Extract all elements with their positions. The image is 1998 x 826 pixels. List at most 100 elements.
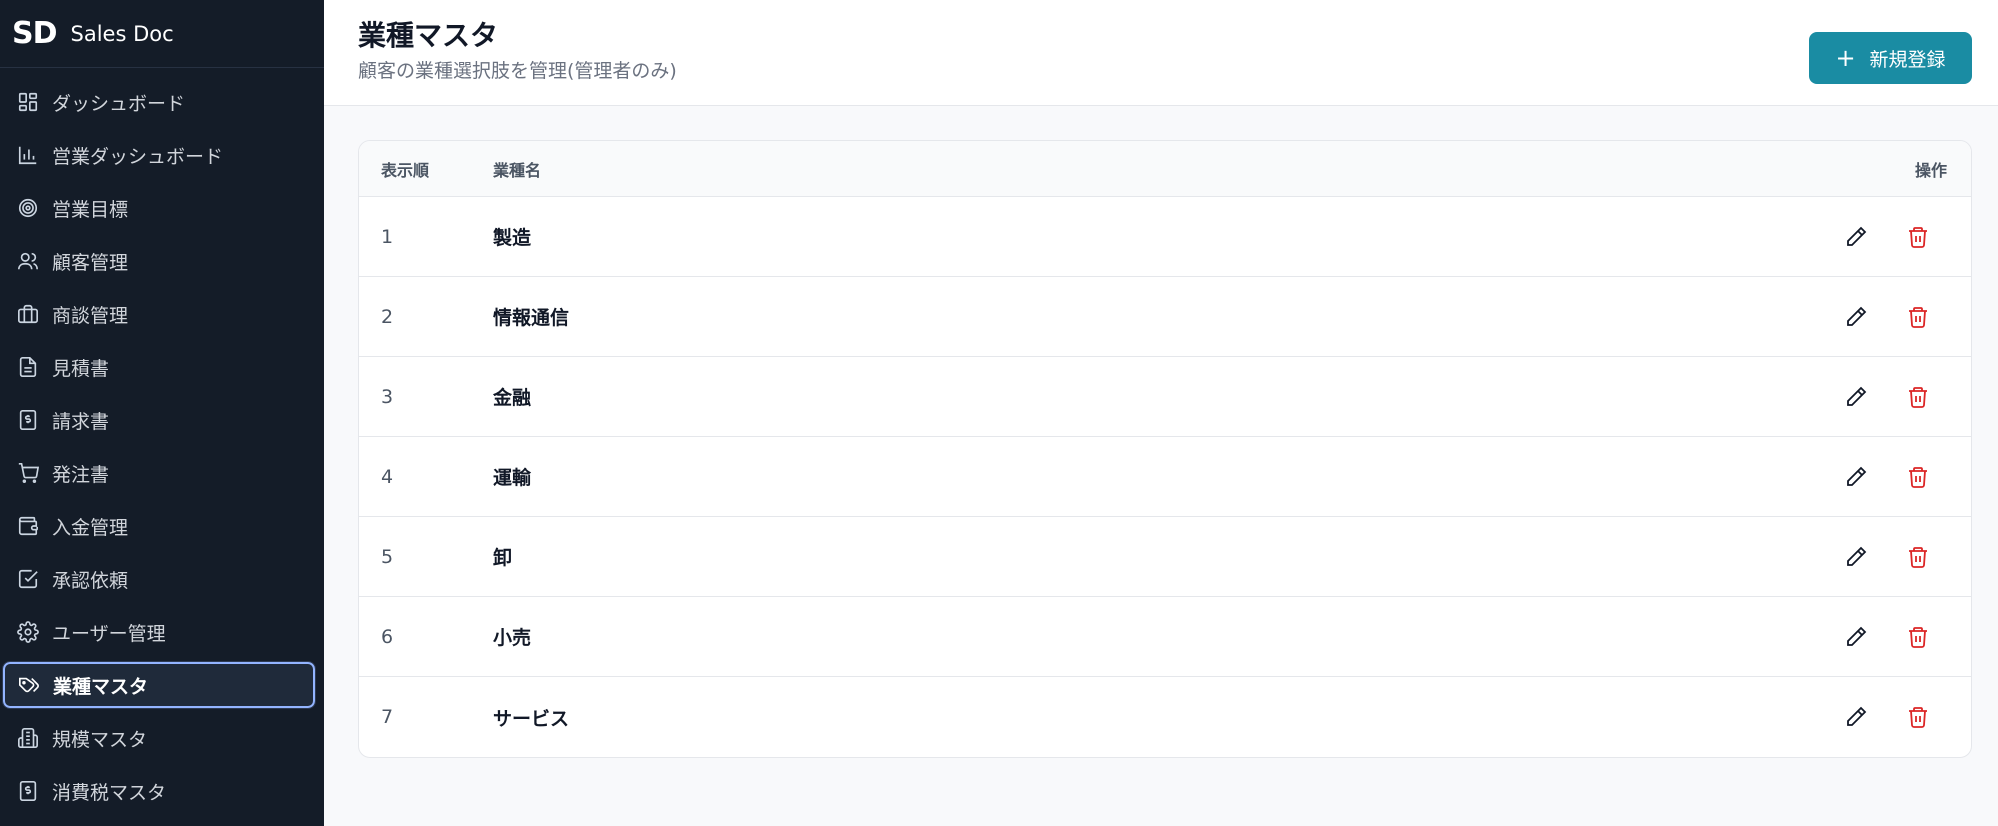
sidebar-item-label: 商談管理 <box>52 304 129 327</box>
sidebar-item-label: 見積書 <box>52 357 110 380</box>
brand-name: Sales Doc <box>70 21 174 46</box>
content-area: 表示順 業種名 操作 1 製造 2 情報通信 3 金融 4 運輸 5 卸 6 小… <box>324 106 1998 758</box>
row-name: サービス <box>493 707 570 730</box>
cart-icon <box>16 461 40 485</box>
sidebar-item-label: 営業目標 <box>52 198 129 221</box>
column-header-order: 表示順 <box>381 160 430 180</box>
users-icon <box>16 249 40 273</box>
sidebar-item-tax-master[interactable]: 消費税マスタ <box>2 767 316 815</box>
trash-icon[interactable] <box>1905 544 1931 570</box>
sidebar-item-invoices[interactable]: 請求書 <box>2 396 316 444</box>
edit-icon[interactable] <box>1843 224 1869 250</box>
sidebar: SD Sales Doc ダッシュボード 営業ダッシュボード 営業目標 顧客管理… <box>0 0 324 826</box>
page-subtitle: 顧客の業種選択肢を管理(管理者のみ) <box>358 60 677 82</box>
sidebar-nav: ダッシュボード 営業ダッシュボード 営業目標 顧客管理 商談管理 見積書 請求書… <box>0 68 324 820</box>
bar-chart-icon <box>16 143 40 167</box>
trash-icon[interactable] <box>1905 464 1931 490</box>
sidebar-item-industry-master[interactable]: 業種マスタ <box>2 661 316 709</box>
row-order: 5 <box>381 545 394 568</box>
document-icon <box>16 355 40 379</box>
table-row: 2 情報通信 <box>359 277 1971 357</box>
trash-icon[interactable] <box>1905 384 1931 410</box>
sidebar-item-payments[interactable]: 入金管理 <box>2 502 316 550</box>
table-row: 3 金融 <box>359 357 1971 437</box>
invoice-icon <box>16 408 40 432</box>
page-title: 業種マスタ <box>358 19 499 52</box>
trash-icon[interactable] <box>1905 224 1931 250</box>
table-row: 7 サービス <box>359 677 1971 757</box>
sidebar-item-label: 請求書 <box>52 410 110 433</box>
edit-icon[interactable] <box>1843 304 1869 330</box>
table-row: 1 製造 <box>359 197 1971 277</box>
tag-icon <box>17 673 41 697</box>
edit-icon[interactable] <box>1843 624 1869 650</box>
new-button-label: 新規登録 <box>1869 48 1946 71</box>
grid-icon <box>16 90 40 114</box>
row-name: 金融 <box>493 387 532 409</box>
row-order: 1 <box>381 225 394 248</box>
sidebar-item-label: 承認依頼 <box>52 569 129 592</box>
sidebar-item-label: 入金管理 <box>52 516 129 539</box>
plus-icon: + <box>1835 44 1856 72</box>
column-header-actions: 操作 <box>1914 160 1947 180</box>
row-actions <box>1841 224 1971 250</box>
table-row: 6 小売 <box>359 597 1971 677</box>
sidebar-item-label: 業種マスタ <box>53 675 149 698</box>
brand[interactable]: SD Sales Doc <box>0 0 324 68</box>
table-row: 4 運輸 <box>359 437 1971 517</box>
sidebar-item-label: ユーザー管理 <box>52 622 166 645</box>
sidebar-item-label: 発注書 <box>52 463 110 486</box>
edit-icon[interactable] <box>1843 544 1869 570</box>
row-actions <box>1841 384 1971 410</box>
row-name: 製造 <box>493 227 532 249</box>
row-order: 6 <box>381 625 394 648</box>
sidebar-item-label: ダッシュボード <box>52 92 186 115</box>
page-header: 業種マスタ 顧客の業種選択肢を管理(管理者のみ) + 新規登録 <box>324 0 1998 106</box>
sidebar-item-size-master[interactable]: 規模マスタ <box>2 714 316 762</box>
row-actions <box>1841 544 1971 570</box>
trash-icon[interactable] <box>1905 624 1931 650</box>
gear-icon <box>16 620 40 644</box>
sidebar-item-deals[interactable]: 商談管理 <box>2 290 316 338</box>
row-actions <box>1841 304 1971 330</box>
app-shell: SD Sales Doc ダッシュボード 営業ダッシュボード 営業目標 顧客管理… <box>0 0 1998 826</box>
receipt-icon <box>16 779 40 803</box>
industry-table: 表示順 業種名 操作 1 製造 2 情報通信 3 金融 4 運輸 5 卸 6 小… <box>358 140 1972 758</box>
row-name: 運輸 <box>493 467 532 489</box>
edit-icon[interactable] <box>1843 704 1869 730</box>
main-content: 業種マスタ 顧客の業種選択肢を管理(管理者のみ) + 新規登録 表示順 業種名 … <box>324 0 1998 826</box>
row-order: 3 <box>381 385 394 408</box>
trash-icon[interactable] <box>1905 704 1931 730</box>
row-actions <box>1841 464 1971 490</box>
building-icon <box>16 726 40 750</box>
row-order: 7 <box>381 706 394 728</box>
table-row: 5 卸 <box>359 517 1971 597</box>
edit-icon[interactable] <box>1843 384 1869 410</box>
sidebar-item-purchase-orders[interactable]: 発注書 <box>2 449 316 497</box>
target-icon <box>16 196 40 220</box>
row-order: 4 <box>381 465 394 488</box>
sidebar-item-sales-target[interactable]: 営業目標 <box>2 184 316 232</box>
sidebar-item-sales-dashboard[interactable]: 営業ダッシュボード <box>2 131 316 179</box>
row-order: 2 <box>381 305 394 328</box>
row-actions <box>1841 704 1971 730</box>
sidebar-item-customers[interactable]: 顧客管理 <box>2 237 316 285</box>
briefcase-icon <box>16 302 40 326</box>
sidebar-item-users[interactable]: ユーザー管理 <box>2 608 316 656</box>
sidebar-item-approvals[interactable]: 承認依頼 <box>2 555 316 603</box>
trash-icon[interactable] <box>1905 304 1931 330</box>
table-header: 表示順 業種名 操作 <box>359 141 1971 197</box>
sidebar-item-dashboard[interactable]: ダッシュボード <box>2 78 316 126</box>
new-registration-button[interactable]: + 新規登録 <box>1809 32 1972 84</box>
sidebar-item-label: 営業ダッシュボード <box>52 145 224 168</box>
wallet-icon <box>16 514 40 538</box>
sidebar-item-label: 消費税マスタ <box>52 781 167 804</box>
sidebar-item-label: 規模マスタ <box>52 728 148 751</box>
column-header-name: 業種名 <box>493 160 542 180</box>
check-square-icon <box>16 567 40 591</box>
row-name: 情報通信 <box>493 307 570 329</box>
brand-logo: SD <box>12 16 58 51</box>
sidebar-item-label: 顧客管理 <box>52 251 129 274</box>
sidebar-item-quotes[interactable]: 見積書 <box>2 343 316 391</box>
edit-icon[interactable] <box>1843 464 1869 490</box>
